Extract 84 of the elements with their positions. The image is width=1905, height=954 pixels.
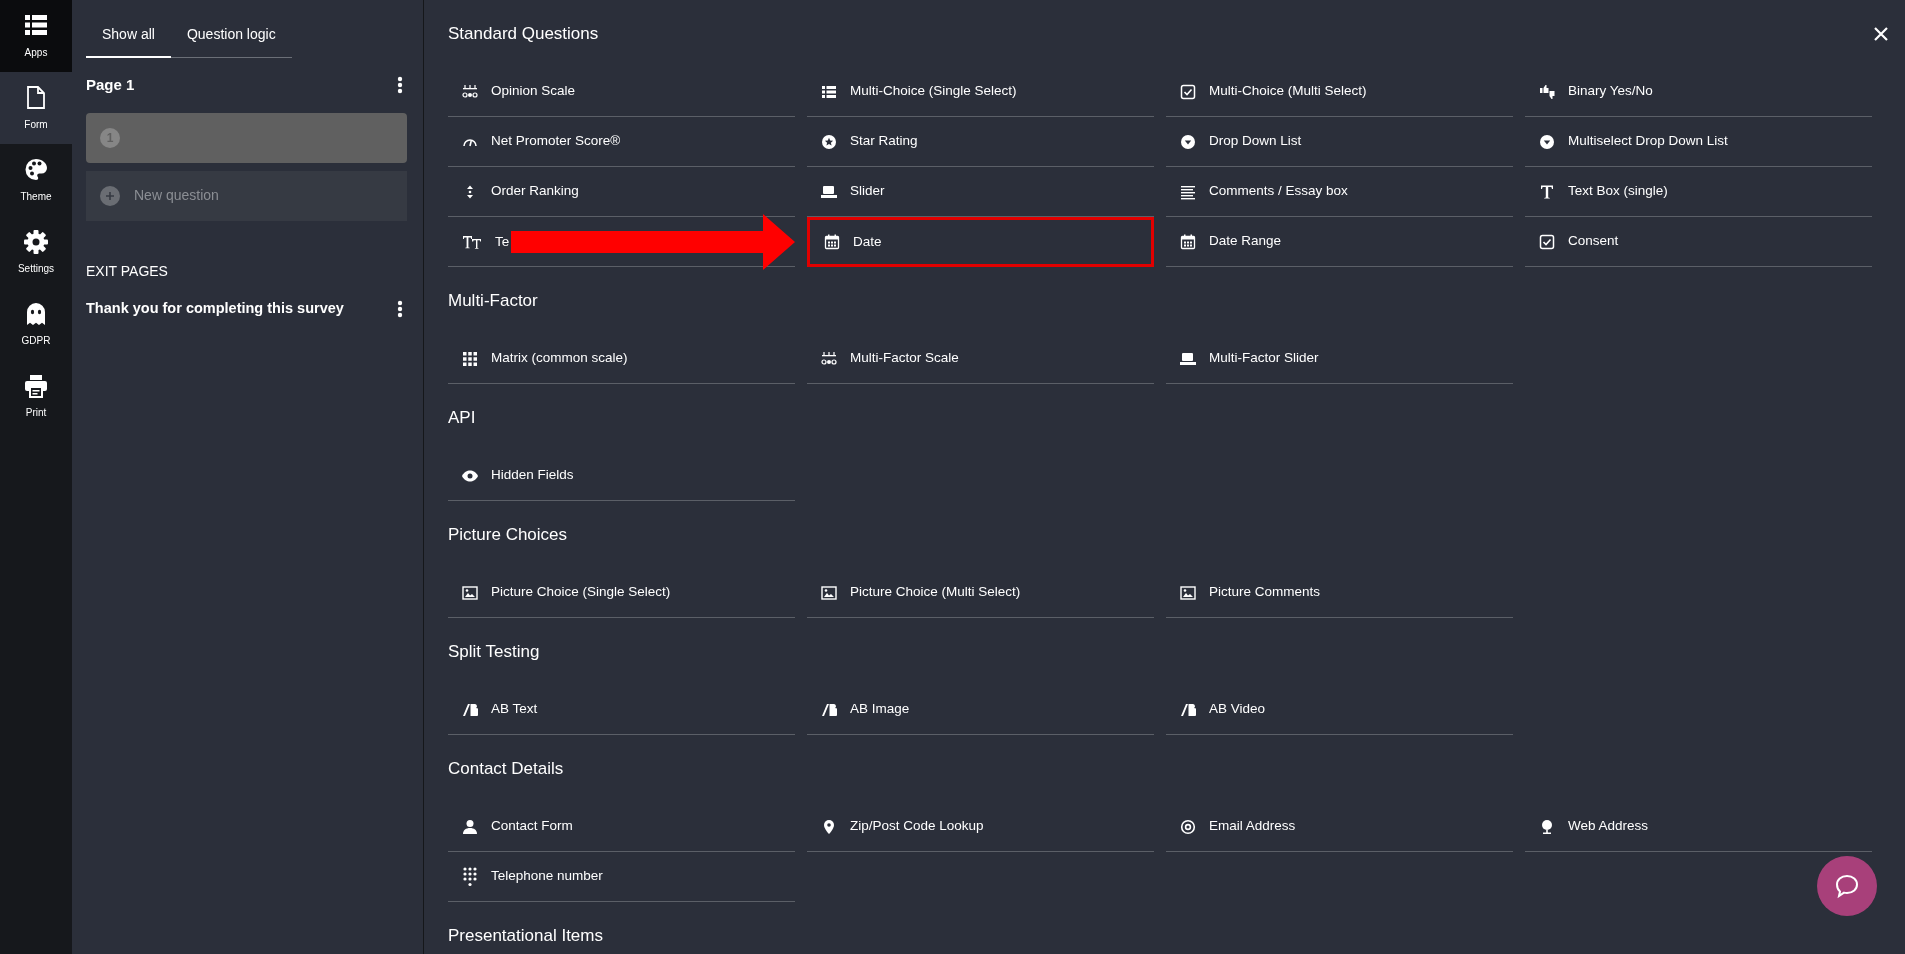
question-type-item[interactable]: Net Promoter Score® [448, 117, 795, 167]
globe-icon [1539, 818, 1555, 835]
grid-icon [462, 350, 478, 367]
checkbox-icon [1539, 233, 1555, 250]
nav-item[interactable]: Settings [0, 216, 72, 288]
palette-icon [23, 156, 49, 183]
nav-item[interactable]: Apps [0, 0, 72, 72]
section-heading: EXIT PAGES [86, 261, 169, 281]
picture-icon [1180, 584, 1196, 601]
question-type-item[interactable]: Text Box (single) [1525, 167, 1872, 217]
page-title: Page 1 [86, 75, 135, 95]
close-icon [1873, 26, 1889, 42]
question-type-item[interactable]: Consent [1525, 217, 1872, 267]
question-type-item[interactable]: Multiselect Drop Down List [1525, 117, 1872, 167]
question-type-item[interactable]: Multi-Factor Slider [1166, 334, 1513, 384]
at-sign-icon [1180, 818, 1196, 835]
question-type-item[interactable]: AB Video [1166, 685, 1513, 735]
nav-item[interactable]: Theme [0, 144, 72, 216]
nav-item[interactable]: Print [0, 360, 72, 432]
question-type-item[interactable]: Web Address [1525, 802, 1872, 852]
new-question-button[interactable]: New question [86, 170, 407, 221]
question-type-item[interactable]: Date [807, 217, 1154, 267]
question-type-item[interactable]: Date Range [1166, 217, 1513, 267]
question-type-item[interactable]: Hidden Fields [448, 451, 795, 501]
section-heading: Contact Details [448, 757, 564, 780]
question-type-item[interactable]: Picture Comments [1166, 568, 1513, 618]
split-icon [1180, 701, 1196, 718]
section-heading: API [448, 406, 476, 429]
question-type-item[interactable]: Comments / Essay box [1166, 167, 1513, 217]
question-type-item[interactable]: Binary Yes/No [1525, 67, 1872, 117]
section-heading: Standard Questions [448, 22, 599, 45]
scale-icon [821, 350, 837, 367]
question-type-item[interactable]: Email Address [1166, 802, 1513, 852]
question-type-item[interactable]: Order Ranking [448, 167, 795, 217]
dropdown-icon [1539, 133, 1555, 150]
question-type-item[interactable]: Telephone number [448, 852, 795, 902]
checkbox-icon [1180, 83, 1196, 100]
gear-icon [23, 228, 49, 255]
question-type-item[interactable]: Multi-Choice (Single Select) [807, 67, 1154, 117]
printer-icon [23, 372, 49, 399]
keypad-icon [462, 866, 478, 887]
pin-icon [821, 818, 837, 835]
slider-icon [821, 183, 837, 200]
split-icon [821, 701, 837, 718]
question-type-item[interactable]: Multi-Factor Scale [807, 334, 1154, 384]
thumbs-icon [1539, 83, 1555, 100]
picture-icon [821, 584, 837, 601]
chat-bubble-icon [1834, 873, 1860, 899]
question-type-item[interactable]: Matrix (common scale) [448, 334, 795, 384]
question-type-item[interactable]: Opinion Scale [448, 67, 795, 117]
plus-icon [100, 185, 120, 206]
letter-t-icon [1539, 183, 1555, 200]
question-type-item[interactable]: Star Rating [807, 117, 1154, 167]
question-type-item[interactable]: Picture Choice (Single Select) [448, 568, 795, 618]
calendar-icon [1180, 233, 1196, 250]
tab[interactable]: Show all [86, 14, 171, 58]
question-type-item[interactable]: Zip/Post Code Lookup [807, 802, 1154, 852]
scale-icon [462, 83, 478, 100]
person-icon [462, 818, 478, 835]
question-type-item[interactable]: Slider [807, 167, 1154, 217]
chat-button[interactable] [1817, 856, 1877, 916]
question-type-item[interactable]: Multi-Choice (Multi Select) [1166, 67, 1513, 117]
letters-icon [462, 234, 482, 250]
dropdown-icon [1180, 133, 1196, 150]
nav-item[interactable]: GDPR [0, 288, 72, 360]
question-type-item[interactable]: Drop Down List [1166, 117, 1513, 167]
list-icon [821, 83, 837, 100]
question-type-item[interactable]: Te [448, 217, 512, 267]
question-type-item[interactable]: AB Text [448, 685, 795, 735]
question-type-item[interactable]: Contact Form [448, 802, 795, 852]
question-type-item[interactable]: AB Image [807, 685, 1154, 735]
split-icon [462, 701, 478, 718]
section-heading: Picture Choices [448, 523, 568, 546]
picture-icon [462, 584, 478, 601]
nav-item[interactable]: Form [0, 72, 72, 144]
question-type-item[interactable]: Picture Choice (Multi Select) [807, 568, 1154, 618]
exit-page-title: Thank you for completing this survey [86, 298, 344, 318]
section-heading: Split Testing [448, 640, 540, 663]
slider-icon [1180, 350, 1196, 367]
section-heading: Presentational Items [448, 924, 603, 947]
tab[interactable]: Question logic [170, 14, 292, 58]
section-heading: Multi-Factor [448, 289, 538, 312]
text-lines-icon [1180, 183, 1196, 200]
calendar-icon [824, 234, 840, 250]
